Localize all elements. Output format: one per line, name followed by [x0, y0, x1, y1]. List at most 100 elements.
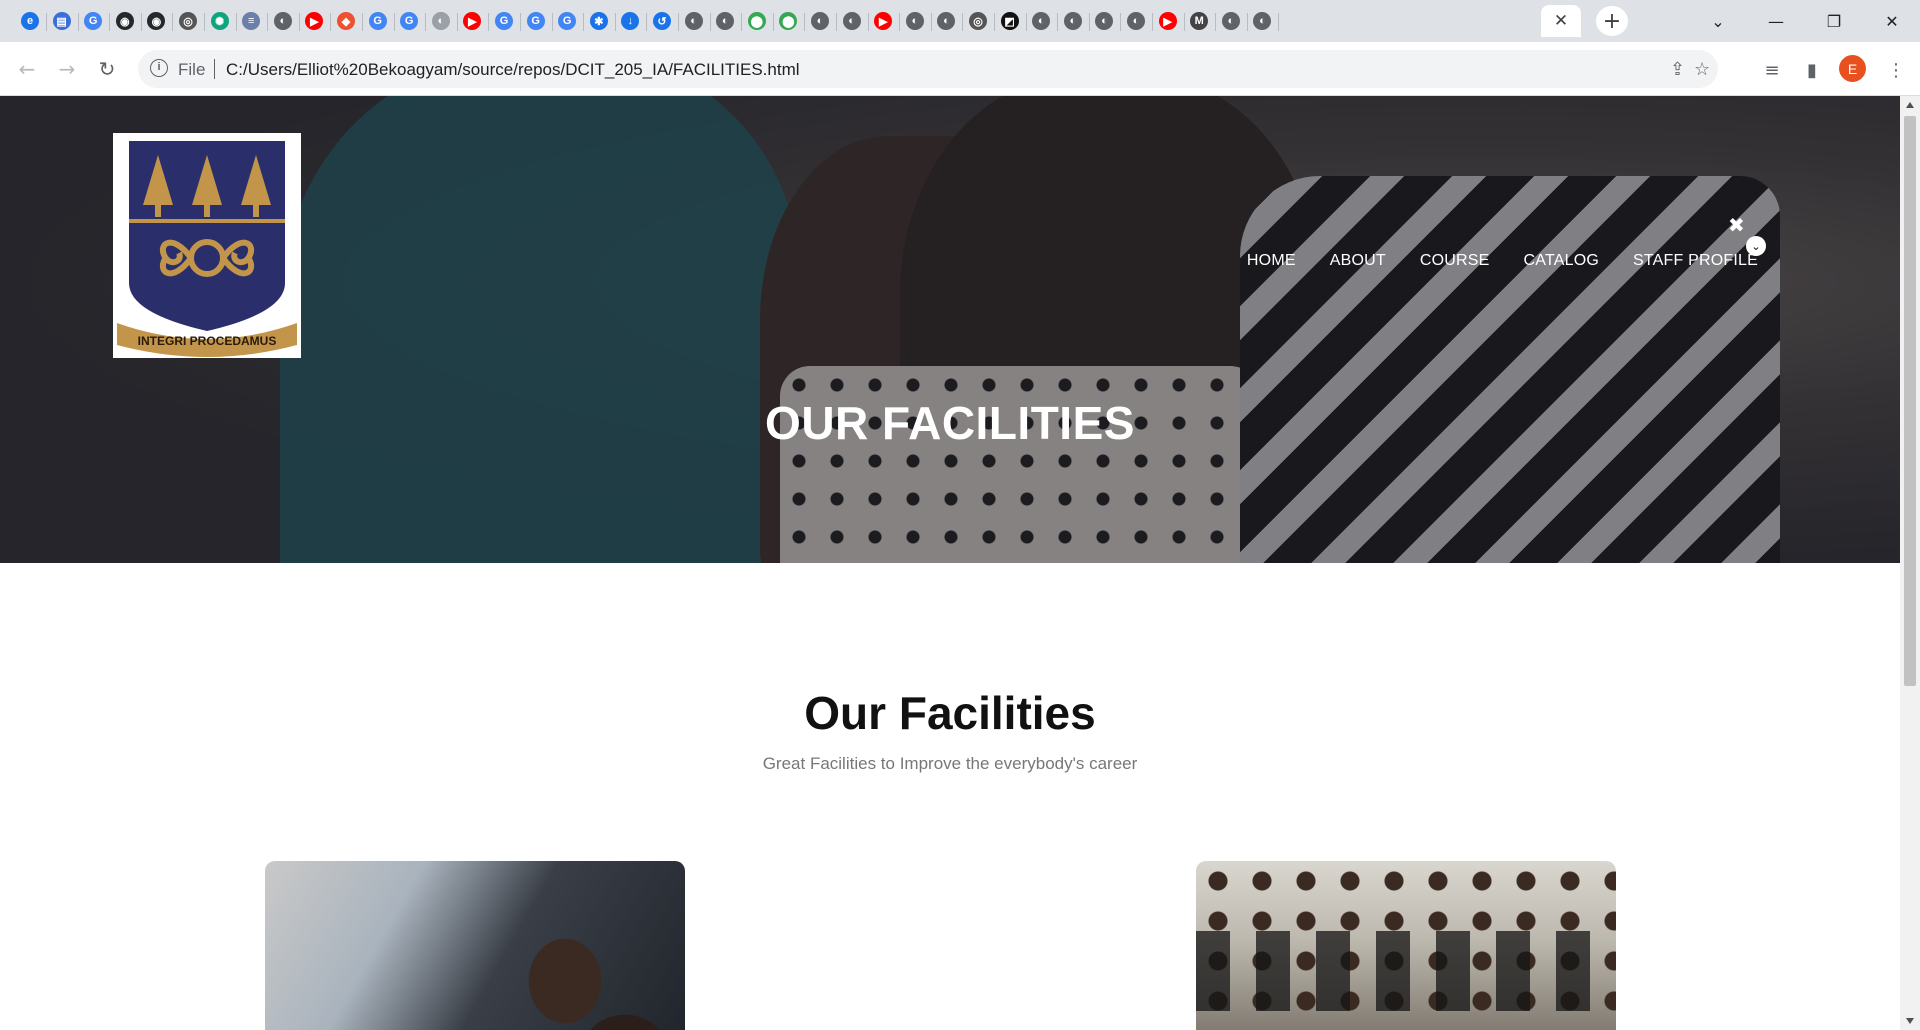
browser-tab[interactable]: ◎	[171, 5, 205, 37]
page-scrollbar[interactable]	[1900, 96, 1920, 1030]
history-icon: ↺	[653, 12, 671, 30]
browser-tab[interactable]: ◐	[898, 5, 932, 37]
bookmark-star-icon[interactable]: ☆	[1694, 59, 1710, 80]
youtube-icon: ▶	[1158, 12, 1177, 30]
facility-image-computer-lab[interactable]	[1196, 861, 1616, 1030]
browser-tab[interactable]: ◐	[266, 5, 300, 37]
browser-tab[interactable]: ◉	[139, 5, 174, 37]
url-text[interactable]: C:/Users/Elliot%20Bekoagyam/source/repos…	[226, 60, 800, 80]
globe-icon: ◐	[431, 12, 450, 30]
browser-tab[interactable]: ⬤	[740, 5, 774, 37]
address-bar[interactable]: i File C:/Users/Elliot%20Bekoagyam/sourc…	[138, 50, 1718, 88]
browser-tab[interactable]: G	[550, 5, 585, 37]
browser-tab[interactable]: ◐	[1245, 5, 1280, 37]
nav-link-home[interactable]: HOME	[1247, 252, 1296, 270]
browser-tab[interactable]: ◐	[424, 5, 458, 37]
browser-tab[interactable]: ◐	[1119, 5, 1153, 37]
more-menu-icon[interactable]: ⋮	[1882, 56, 1910, 84]
globe-icon: ◐	[273, 12, 292, 30]
browser-tab[interactable]: ⬤	[771, 5, 806, 37]
google-icon: G	[368, 12, 387, 30]
nav-link-staff-profile[interactable]: STAFF PROFILE	[1633, 252, 1758, 270]
browser-tab[interactable]: ◐	[803, 5, 837, 37]
browser-tab[interactable]: ▶	[1151, 5, 1185, 37]
minimize-button[interactable]: —	[1748, 0, 1804, 42]
chrome-icon: ◎	[179, 12, 197, 30]
browser-tab[interactable]: G	[76, 5, 111, 37]
browser-tab[interactable]: ◐	[708, 5, 743, 37]
browser-tab[interactable]: ▶	[455, 5, 490, 37]
new-tab-button[interactable]: +	[1596, 6, 1628, 36]
tab-search-button[interactable]: ⌄	[1690, 0, 1746, 42]
nav-link-catalog[interactable]: CATALOG	[1524, 252, 1600, 270]
nav-link-about[interactable]: ABOUT	[1330, 252, 1386, 270]
forward-button[interactable]: →	[52, 54, 82, 84]
edge-icon: e	[21, 12, 39, 30]
scroll-up-arrow[interactable]	[1906, 102, 1914, 108]
globe-icon: ◐	[937, 12, 956, 30]
side-panel-icon[interactable]: ▮	[1798, 56, 1826, 84]
chrome-icon: ◎	[969, 12, 987, 30]
google-icon: G	[558, 12, 577, 30]
browser-tab[interactable]: M	[1182, 5, 1217, 37]
browser-tab[interactable]: ▤	[45, 5, 79, 37]
globe-icon: ◐	[905, 12, 924, 30]
browser-tab[interactable]: ≡	[234, 5, 269, 37]
close-menu-icon[interactable]: ✖	[1728, 213, 1745, 237]
browser-tab[interactable]: ↓	[613, 5, 648, 37]
github-icon: ◉	[115, 12, 134, 30]
settings-icon: ✱	[589, 12, 608, 30]
browser-tab[interactable]: ◐	[929, 5, 964, 37]
profile-avatar[interactable]: E	[1839, 55, 1866, 82]
facility-image-study-group[interactable]	[265, 861, 685, 1030]
browser-tab[interactable]: ◉	[108, 5, 142, 37]
site-info-icon[interactable]: i	[150, 59, 168, 77]
page-viewport: INTEGRI PROCEDAMUS HOME ABOUT COURSE CATALO…	[0, 96, 1900, 1030]
university-logo[interactable]: INTEGRI PROCEDAMUS	[113, 133, 301, 358]
nav-link-course[interactable]: COURSE	[1420, 252, 1490, 270]
globe-icon: ◐	[1095, 12, 1114, 30]
browser-tab[interactable]: G	[519, 5, 553, 37]
google-icon: G	[84, 12, 103, 30]
browser-tab[interactable]: ▶	[297, 5, 332, 37]
restore-button[interactable]: ❐	[1806, 0, 1862, 42]
printer-icon: ▤	[52, 12, 71, 30]
browser-tab[interactable]: ◐	[677, 5, 711, 37]
crest-svg: INTEGRI PROCEDAMUS	[117, 141, 297, 357]
share-icon[interactable]: ⇪	[1670, 59, 1685, 80]
scroll-thumb[interactable]	[1904, 116, 1916, 686]
chevron-down-icon[interactable]: ⌄	[1746, 236, 1766, 256]
browser-tab[interactable]: G	[487, 5, 521, 37]
browser-tab[interactable]: ▶	[866, 5, 901, 37]
browser-tab[interactable]: e	[13, 5, 47, 37]
back-button[interactable]: ←	[12, 54, 42, 84]
git-icon: ◆	[337, 12, 355, 30]
browser-tab[interactable]: ✱	[582, 5, 616, 37]
scroll-down-arrow[interactable]	[1906, 1018, 1914, 1024]
close-tab-icon[interactable]: ✕	[1554, 11, 1568, 31]
browser-tab[interactable]: G	[361, 5, 395, 37]
hero-banner: INTEGRI PROCEDAMUS HOME ABOUT COURSE CATALO…	[0, 96, 1900, 563]
browser-tab[interactable]: ◐	[1056, 5, 1090, 37]
url-divider	[214, 59, 215, 79]
browser-tab[interactable]: ↺	[645, 5, 679, 37]
browser-tab[interactable]: ✺	[203, 5, 237, 37]
globe-icon: ◐	[716, 12, 735, 30]
browser-tab[interactable]: G	[392, 5, 427, 37]
reload-button[interactable]: ↻	[92, 54, 122, 84]
browser-tab[interactable]: ◆	[329, 5, 363, 37]
browser-tab[interactable]: ◐	[835, 5, 869, 37]
section-title: Our Facilities	[804, 687, 1096, 739]
reading-list-icon[interactable]: ≡	[1758, 56, 1786, 84]
browser-tab[interactable]: ◐	[1214, 5, 1248, 37]
url-scheme-label: File	[178, 60, 206, 79]
browser-tab[interactable]: ◐	[1087, 5, 1122, 37]
browser-tab[interactable]: ◎	[961, 5, 995, 37]
window-close-button[interactable]: ✕	[1864, 0, 1920, 42]
browser-tab[interactable]: ◐	[1024, 5, 1059, 37]
browser-tab-strip: e ▤ G ◉ ◉ ◎ ✺ ≡ ◐ ▶ ◆ G G ◐ ▶ G G G ✱ ↓ ↺ ◐ ◐ ⬤ ⬤ ◐ ◐ ▶ ◐ ◐ ◎ ◩ ◐ ◐ ◐ ◐ ▶ M ◐ ◐…	[0, 0, 1920, 42]
browser-tab[interactable]: ◩	[993, 5, 1027, 37]
youtube-icon: ▶	[463, 12, 482, 30]
maps-icon: ⬤	[779, 12, 798, 30]
active-tab[interactable]: ✕	[1541, 5, 1581, 37]
